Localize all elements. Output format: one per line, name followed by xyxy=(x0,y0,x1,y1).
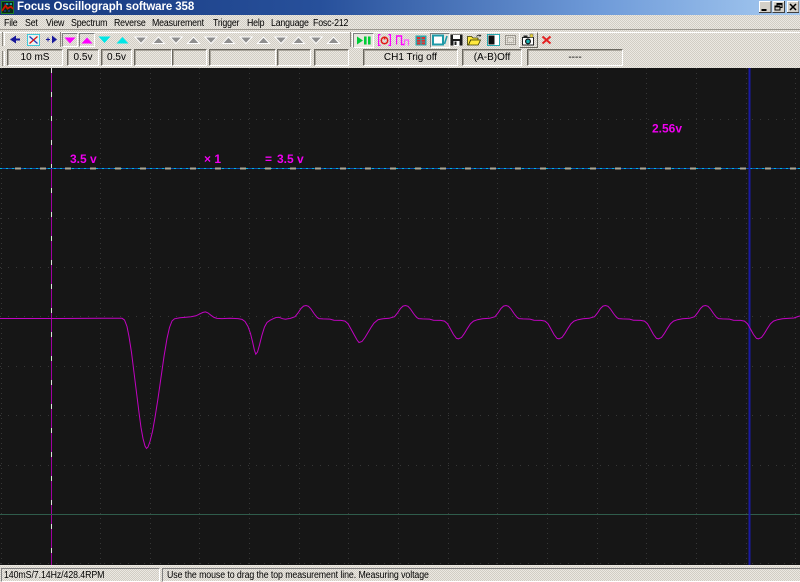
svg-text:× 1: × 1 xyxy=(204,152,221,166)
svg-text:3.5 v: 3.5 v xyxy=(70,152,97,166)
svg-text:=: = xyxy=(265,152,272,166)
svg-text:3.5 v: 3.5 v xyxy=(277,152,304,166)
svg-text:2.56v: 2.56v xyxy=(652,122,682,136)
